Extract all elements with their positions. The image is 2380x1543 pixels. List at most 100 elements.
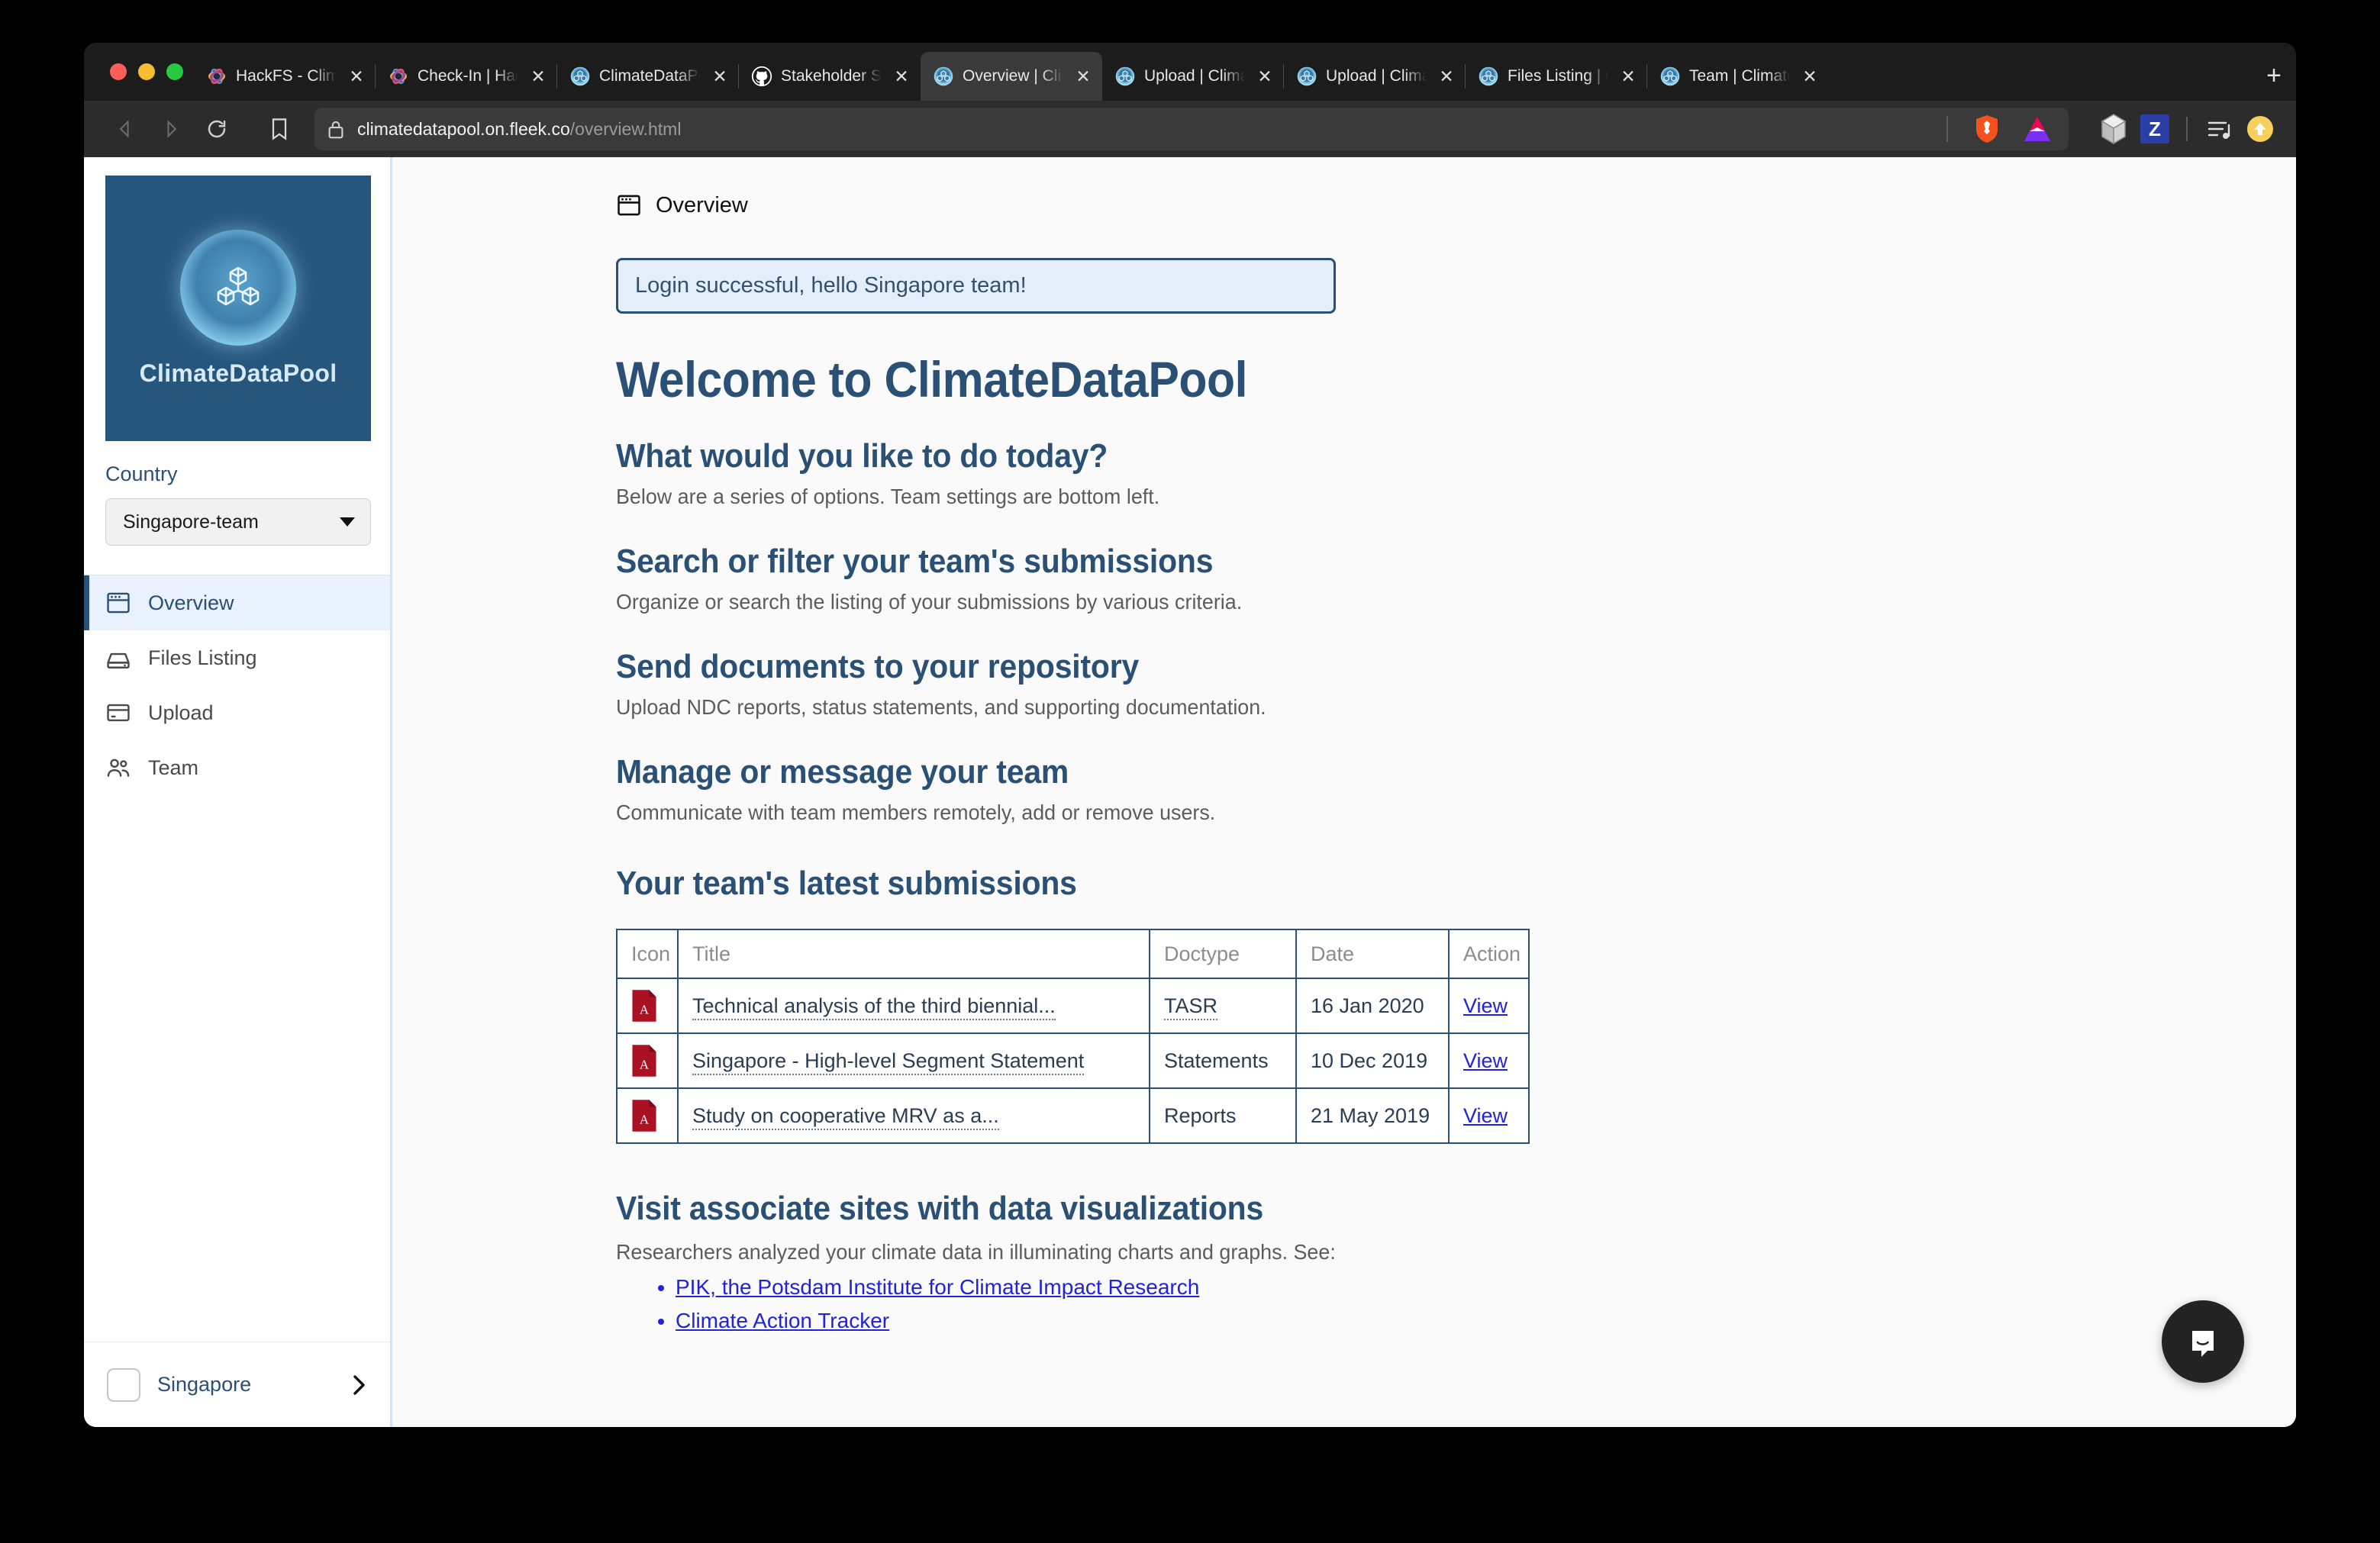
table-column-header: Icon (616, 929, 679, 979)
playlist-icon[interactable] (2200, 110, 2238, 148)
breadcrumb: Overview (616, 192, 1430, 218)
climatedatapool-icon (1297, 66, 1317, 86)
tab-close-icon[interactable]: ✕ (1435, 65, 1458, 88)
table-row: A Study on cooperative MRV as a... Reports… (616, 1087, 1530, 1144)
tab-title: Check-In | Hack (418, 67, 518, 85)
country-select[interactable]: Singapore-team (105, 498, 371, 546)
ipfs-cube-icon[interactable] (2095, 110, 2133, 148)
github-icon (751, 66, 772, 87)
associates-desc: Researchers analyzed your climate data i… (616, 1240, 1336, 1264)
browser-tabs: HackFS - Clima✕Check-In | Hack✕ClimateDa… (194, 43, 2241, 101)
url-domain: climatedatapool.on.fleek.co (357, 118, 570, 139)
table-cell-date: 21 May 2019 (1295, 1087, 1450, 1144)
sidebar-item-upload[interactable]: Upload (84, 685, 390, 740)
tab-title: Upload | Climat (1144, 67, 1245, 85)
table-cell-action: View (1448, 978, 1530, 1034)
back-button[interactable] (104, 108, 147, 150)
table-cell-title: Study on cooperative MRV as a... (677, 1087, 1150, 1144)
intercom-messenger-button[interactable] (2162, 1300, 2244, 1383)
sidebar-item-files-listing[interactable]: Files Listing (84, 630, 390, 685)
document-title-link[interactable]: Technical analysis of the third biennial… (692, 994, 1056, 1020)
brave-shields-icon[interactable] (1968, 110, 2006, 148)
browser-tab[interactable]: Files Listing | C ✕ (1465, 52, 1647, 101)
table-cell-title: Technical analysis of the third biennial… (677, 978, 1150, 1034)
url-divider (1946, 116, 1948, 142)
lock-icon (327, 119, 345, 140)
associate-site-link[interactable]: Climate Action Tracker (676, 1309, 889, 1332)
sidebar-footer[interactable]: Singapore (84, 1342, 390, 1427)
logo-container: ClimateDataPool (84, 157, 390, 441)
toolbar-divider (2186, 117, 2188, 141)
main-content: Overview Login successful, hello Singapo… (392, 157, 2296, 1427)
section-description: Upload NDC reports, status statements, a… (616, 695, 1266, 719)
view-link[interactable]: View (1463, 1104, 1508, 1127)
section-heading: Manage or message your team (616, 753, 1069, 791)
country-label: Country (105, 462, 178, 485)
sidebar-item-overview[interactable]: Overview (84, 575, 390, 630)
climatedatapool-icon (1115, 66, 1135, 86)
document-title-link[interactable]: Singapore - High-level Segment Statement (692, 1049, 1085, 1075)
country-select-value: Singapore-team (123, 511, 259, 533)
tab-close-icon[interactable]: ✕ (527, 65, 550, 88)
brave-rewards-icon[interactable] (2018, 110, 2056, 148)
chevron-right-icon[interactable] (350, 1373, 367, 1397)
browser-tab[interactable]: Overview | Clim ✕ (921, 52, 1102, 101)
doctype-link[interactable]: TASR (1164, 994, 1218, 1020)
tab-close-icon[interactable]: ✕ (1798, 65, 1821, 88)
breadcrumb-label: Overview (656, 192, 748, 217)
svg-text:A: A (640, 1002, 650, 1016)
table-cell-icon: A (616, 1087, 679, 1144)
bookmark-icon[interactable] (258, 108, 301, 150)
tab-close-icon[interactable]: ✕ (1072, 65, 1095, 88)
tab-close-icon[interactable]: ✕ (708, 65, 731, 88)
browser-tab[interactable]: Team | ClimateD ✕ (1646, 52, 1829, 101)
browser-tab[interactable]: Upload | Climat ✕ (1283, 52, 1466, 101)
section-heading: What would you like to do today? (616, 437, 1108, 475)
window-icon (616, 192, 642, 218)
view-link[interactable]: View (1463, 1049, 1508, 1072)
tab-title: Upload | Climat (1326, 67, 1427, 85)
tab-title: ClimateDataPoo (599, 67, 700, 85)
sidebar-item-label: Upload (148, 701, 214, 724)
tab-close-icon[interactable]: ✕ (345, 65, 368, 88)
minimize-window-button[interactable] (138, 63, 155, 80)
associate-site-link[interactable]: PIK, the Potsdam Institute for Climate I… (676, 1275, 1199, 1299)
sidebar-item-team[interactable]: Team (84, 740, 390, 795)
browser-tab[interactable]: HackFS - Clima ✕ (194, 52, 376, 101)
tab-close-icon[interactable]: ✕ (890, 65, 913, 88)
table-cell-doctype: Statements (1149, 1032, 1297, 1089)
hackfs-icon (208, 68, 225, 85)
view-link[interactable]: View (1463, 994, 1508, 1017)
table-cell-date: 10 Dec 2019 (1295, 1032, 1450, 1089)
forward-button[interactable] (150, 108, 192, 150)
login-success-alert: Login successful, hello Singapore team! (616, 258, 1336, 314)
document-title-link[interactable]: Study on cooperative MRV as a... (692, 1103, 999, 1130)
country-selector-section: Country Singapore-team (84, 441, 390, 546)
reload-button[interactable] (195, 108, 238, 150)
browser-tab[interactable]: Stakeholder Sta ✕ (738, 52, 921, 101)
profile-avatar-icon[interactable] (2241, 110, 2279, 148)
pdf-icon: A (632, 990, 656, 1022)
tab-close-icon[interactable]: ✕ (1253, 65, 1276, 88)
new-tab-button[interactable]: + (2252, 53, 2296, 98)
svg-text:A: A (640, 1057, 650, 1071)
table-cell-date: 16 Jan 2020 (1295, 978, 1450, 1034)
browser-tab[interactable]: Upload | Climat ✕ (1102, 52, 1284, 101)
browser-tab[interactable]: ClimateDataPoo ✕ (556, 52, 739, 101)
tab-title: Team | ClimateD (1689, 67, 1790, 85)
table-cell-doctype: TASR (1149, 978, 1297, 1034)
content-section: Manage or message your team Communicate w… (616, 753, 1430, 825)
browser-tab[interactable]: Check-In | Hack ✕ (375, 52, 557, 101)
tab-close-icon[interactable]: ✕ (1617, 65, 1640, 88)
zotero-icon[interactable]: Z (2136, 110, 2174, 148)
url-path: /overview.html (569, 118, 682, 139)
url-bar[interactable]: climatedatapool.on.fleek.co/overview.htm… (314, 108, 2069, 150)
svg-text:A: A (640, 1112, 650, 1126)
sidebar-footer-label: Singapore (157, 1373, 252, 1396)
close-window-button[interactable] (110, 63, 127, 80)
sidebar: ClimateDataPool Country Singapore-team O… (84, 157, 392, 1427)
team-checkbox[interactable] (107, 1367, 140, 1402)
table-column-header: Title (677, 929, 1150, 979)
maximize-window-button[interactable] (166, 63, 183, 80)
list-item: Climate Action Tracker (676, 1309, 1430, 1333)
